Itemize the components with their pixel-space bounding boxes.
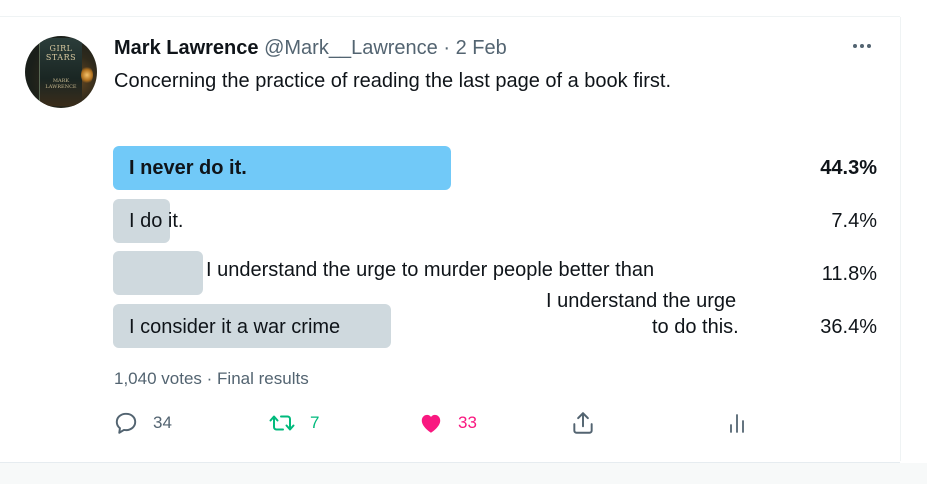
poll-option-label: I consider it a war crime	[129, 316, 341, 338]
poll-option-percent: 7.4%	[831, 210, 877, 232]
heart-icon	[421, 414, 441, 433]
poll-votes: 1,040 votes	[114, 369, 202, 388]
avatar-book-author: MARK LAWRENCE	[40, 78, 82, 90]
poll-overlay-note: to do this.	[652, 316, 739, 338]
tweet-header: Mark Lawrence @Mark__Lawrence · 2 Feb	[114, 36, 507, 60]
poll-option-percent: 11.8%	[821, 263, 877, 285]
author-handle[interactable]: @Mark__Lawrence	[264, 37, 438, 59]
poll-bar	[113, 251, 203, 295]
tweet-date[interactable]: 2 Feb	[456, 37, 507, 59]
like-button[interactable]: 33	[418, 405, 477, 441]
poll-option-label: I do it.	[129, 210, 184, 232]
analytics-icon	[730, 414, 744, 433]
retweet-button[interactable]: 7	[268, 405, 319, 441]
poll-option-label: I understand the urge to murder people b…	[206, 259, 655, 281]
reply-count: 34	[153, 413, 172, 432]
avatar-book-title: GIRL STARS	[40, 44, 82, 62]
avatar-book-title-line1: GIRL	[49, 44, 73, 53]
retweet-icon	[269, 415, 295, 431]
poll-meta-separator: ·	[206, 369, 213, 388]
action-bar: 34 7 33	[0, 405, 900, 441]
avatar-book-author-line2: LAWRENCE	[45, 84, 77, 90]
poll-status: Final results	[217, 369, 309, 388]
retweet-count: 7	[310, 413, 320, 432]
poll-option-percent: 36.4%	[820, 316, 877, 338]
avatar-book-title-line2: STARS	[45, 53, 77, 62]
share-icon	[573, 412, 593, 434]
share-button[interactable]	[570, 405, 596, 441]
tweet-text: Concerning the practice of reading the l…	[114, 70, 672, 92]
poll-option-percent: 44.3%	[820, 157, 877, 179]
reply-button[interactable]: 34	[113, 405, 172, 441]
next-item-background	[0, 463, 927, 484]
analytics-button[interactable]	[725, 405, 749, 441]
reply-icon	[115, 412, 137, 434]
avatar-book-cover: GIRL STARS MARK LAWRENCE	[39, 38, 82, 106]
poll-meta: 1,040 votes · Final results	[114, 369, 309, 389]
poll-option-label: I never do it.	[129, 157, 247, 179]
header-separator: ·	[443, 37, 451, 59]
poll-overlay-note: I understand the urge	[546, 290, 737, 312]
more-horizontal-icon[interactable]	[846, 34, 878, 58]
avatar[interactable]: GIRL STARS MARK LAWRENCE	[25, 36, 97, 108]
author-name[interactable]: Mark Lawrence	[114, 37, 259, 59]
avatar-candle-glow	[81, 66, 93, 84]
like-count: 33	[458, 413, 477, 432]
